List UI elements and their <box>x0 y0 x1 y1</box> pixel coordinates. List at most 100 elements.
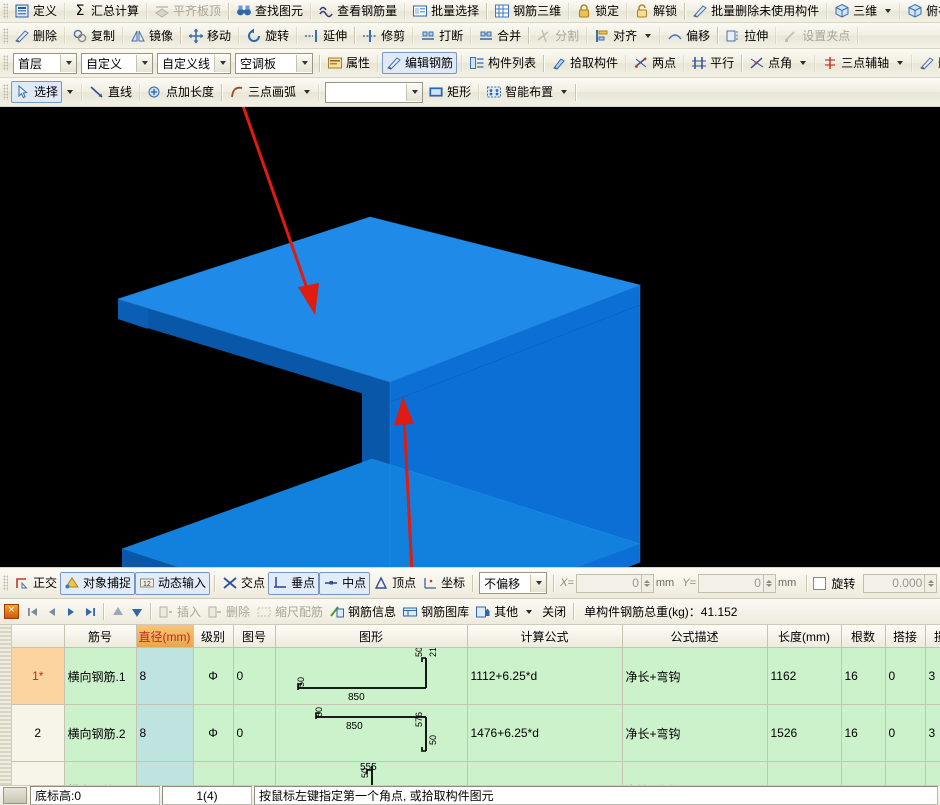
rebar-toolbar-button-5[interactable]: 其他 <box>472 599 521 624</box>
row-grade[interactable]: Φ <box>193 705 233 762</box>
table-header-desc[interactable]: 公式描述 <box>622 625 767 648</box>
toolbar-button-4[interactable]: 矩形 <box>425 78 474 106</box>
toolbar-button-4[interactable]: 两点 <box>630 49 679 77</box>
row-diameter[interactable]: 8 <box>136 762 193 786</box>
chevron-down-icon[interactable] <box>885 9 891 13</box>
prev-record-icon[interactable] <box>43 603 60 620</box>
toolbar-button-5[interactable]: 平行 <box>688 49 737 77</box>
toolbar-button-8[interactable]: 合并 <box>475 23 524 48</box>
toolbar-button-2[interactable]: 镜像 <box>127 23 176 48</box>
row-diameter[interactable]: 8 <box>136 705 193 762</box>
toolbar-button-7[interactable]: 三点辅轴 <box>819 49 892 77</box>
offset-x-field[interactable]: X= 0 mm <box>560 574 678 593</box>
offset-x-stepper[interactable] <box>642 574 654 593</box>
table-row[interactable]: 3横向钢筋.38Φ0555506.25*d+1626弯钩+净长7261603 <box>12 762 940 786</box>
chevron-down-icon[interactable] <box>645 34 651 38</box>
toolbar-button-11[interactable]: 俯视 <box>904 0 940 22</box>
toolbar-button-3[interactable]: 查找图元 <box>233 0 306 22</box>
chevron-down-icon[interactable] <box>296 55 312 72</box>
close-panel-button[interactable]: × <box>4 604 19 619</box>
toolbar-button-2[interactable]: 平齐板顶 <box>151 0 224 22</box>
snap-toggle-0[interactable]: 正交 <box>11 568 60 598</box>
chevron-down-icon[interactable] <box>214 55 230 72</box>
toolbar-button-9[interactable]: 批量删除未使用构件 <box>689 0 822 22</box>
row-loss[interactable]: 3 <box>925 705 940 762</box>
table-header-shape[interactable]: 图形 <box>275 625 467 648</box>
snap-toggle-4[interactable]: 垂点 <box>268 572 319 595</box>
table-row[interactable]: 1*横向钢筋.18Φ050502128501112+6.25*d净长+弯钩116… <box>12 648 940 705</box>
toolbar-button-3[interactable]: 拾取构件 <box>548 49 621 77</box>
chevron-down-icon[interactable] <box>530 575 546 592</box>
row-loss[interactable]: 3 <box>925 648 940 705</box>
snap-toggle-1[interactable]: 对象捕捉 <box>60 572 135 595</box>
snap-toggle-7[interactable]: 坐标 <box>419 568 468 598</box>
offset-y-stepper[interactable] <box>764 574 776 593</box>
toolbar-button-7[interactable]: 锁定 <box>573 0 622 22</box>
row-desc[interactable]: 净长+弯钩 <box>622 705 767 762</box>
chevron-down-icon[interactable] <box>136 55 152 72</box>
last-record-icon[interactable] <box>81 603 98 620</box>
offset-y-value[interactable]: 0 <box>698 574 764 593</box>
toolbar-button-4[interactable]: 旋转 <box>243 23 292 48</box>
row-fig-no[interactable]: 0 <box>233 762 275 786</box>
row-count[interactable]: 16 <box>841 705 885 762</box>
next-record-icon[interactable] <box>62 603 79 620</box>
snap-toggle-5[interactable]: 中点 <box>319 572 370 595</box>
table-header-lap[interactable]: 搭接 <box>885 625 925 648</box>
row-lap[interactable]: 0 <box>885 762 925 786</box>
toolbar-button-0[interactable]: 定义 <box>11 0 60 22</box>
toolbar-button-12[interactable]: 拉伸 <box>722 23 771 48</box>
chevron-down-icon[interactable] <box>304 90 310 94</box>
snap-toggle-3[interactable]: 交点 <box>219 568 268 598</box>
rebar-toolbar-button-0[interactable]: 插入 <box>155 599 204 624</box>
first-record-icon[interactable] <box>24 603 41 620</box>
rebar-toolbar-button-4[interactable]: 钢筋图库 <box>399 599 472 624</box>
toolbar-button-5[interactable]: 批量选择 <box>409 0 482 22</box>
rotate-field[interactable]: 0.000 ° <box>863 574 940 593</box>
toolbar-button-9[interactable]: 分割 <box>533 23 582 48</box>
row-length[interactable]: 1526 <box>767 705 841 762</box>
move-up-icon[interactable] <box>109 603 126 620</box>
row-formula[interactable]: 1112+6.25*d <box>467 648 622 705</box>
row-grade[interactable]: Φ <box>193 762 233 786</box>
toolbar-button-13[interactable]: 设置夹点 <box>780 23 853 48</box>
row-shape[interactable]: 55550 <box>275 762 467 786</box>
row-length[interactable]: 726 <box>767 762 841 786</box>
floor-select[interactable]: 首层 <box>13 53 77 74</box>
row-desc[interactable]: 净长+弯钩 <box>622 648 767 705</box>
toolbar-button-0[interactable]: 属性 <box>324 49 373 77</box>
toolbar-button-10[interactable]: 对齐 <box>591 23 640 48</box>
row-formula[interactable]: 6.25*d+1626 <box>467 762 622 786</box>
toolbar-button-2[interactable]: 点加长度 <box>144 78 217 106</box>
chevron-down-icon[interactable] <box>67 90 73 94</box>
toolbar-button-2[interactable]: 构件列表 <box>466 49 539 77</box>
arc-options-select[interactable] <box>325 82 423 103</box>
row-lap[interactable]: 0 <box>885 705 925 762</box>
toolbar-grip[interactable] <box>3 55 8 71</box>
chevron-down-icon[interactable] <box>897 61 903 65</box>
table-header-formula[interactable]: 计算公式 <box>467 625 622 648</box>
table-header-grade[interactable]: 级别 <box>193 625 233 648</box>
toolbar-button-11[interactable]: 偏移 <box>664 23 713 48</box>
chevron-down-icon[interactable] <box>526 610 532 614</box>
chevron-down-icon[interactable] <box>406 84 422 101</box>
table-header-length[interactable]: 长度(mm) <box>767 625 841 648</box>
row-formula[interactable]: 1476+6.25*d <box>467 705 622 762</box>
3d-model-viewport[interactable]: Z <box>0 107 940 567</box>
row-diameter[interactable]: 8 <box>136 648 193 705</box>
row-rebar-name[interactable]: 横向钢筋.2 <box>64 705 136 762</box>
row-length[interactable]: 1162 <box>767 648 841 705</box>
toolbar-button-0[interactable]: 删除 <box>11 23 60 48</box>
row-count[interactable]: 16 <box>841 762 885 786</box>
row-shape[interactable]: 5085057650 <box>275 705 467 762</box>
row-desc[interactable]: 弯钩+净长 <box>622 762 767 786</box>
toolbar-button-1[interactable]: 编辑钢筋 <box>382 52 457 74</box>
toolbar-button-8[interactable]: 删除辅轴 <box>916 49 940 77</box>
offset-mode-select[interactable]: 不偏移 <box>479 572 547 594</box>
row-lap[interactable]: 0 <box>885 648 925 705</box>
toolbar-grip[interactable] <box>3 575 8 591</box>
rebar-toolbar-button-2[interactable]: 缩尺配筋 <box>253 599 326 624</box>
component-select[interactable]: 空调板 <box>235 53 313 74</box>
rebar-toolbar-button-3[interactable]: 钢筋信息 <box>326 599 399 624</box>
row-grade[interactable]: Φ <box>193 648 233 705</box>
